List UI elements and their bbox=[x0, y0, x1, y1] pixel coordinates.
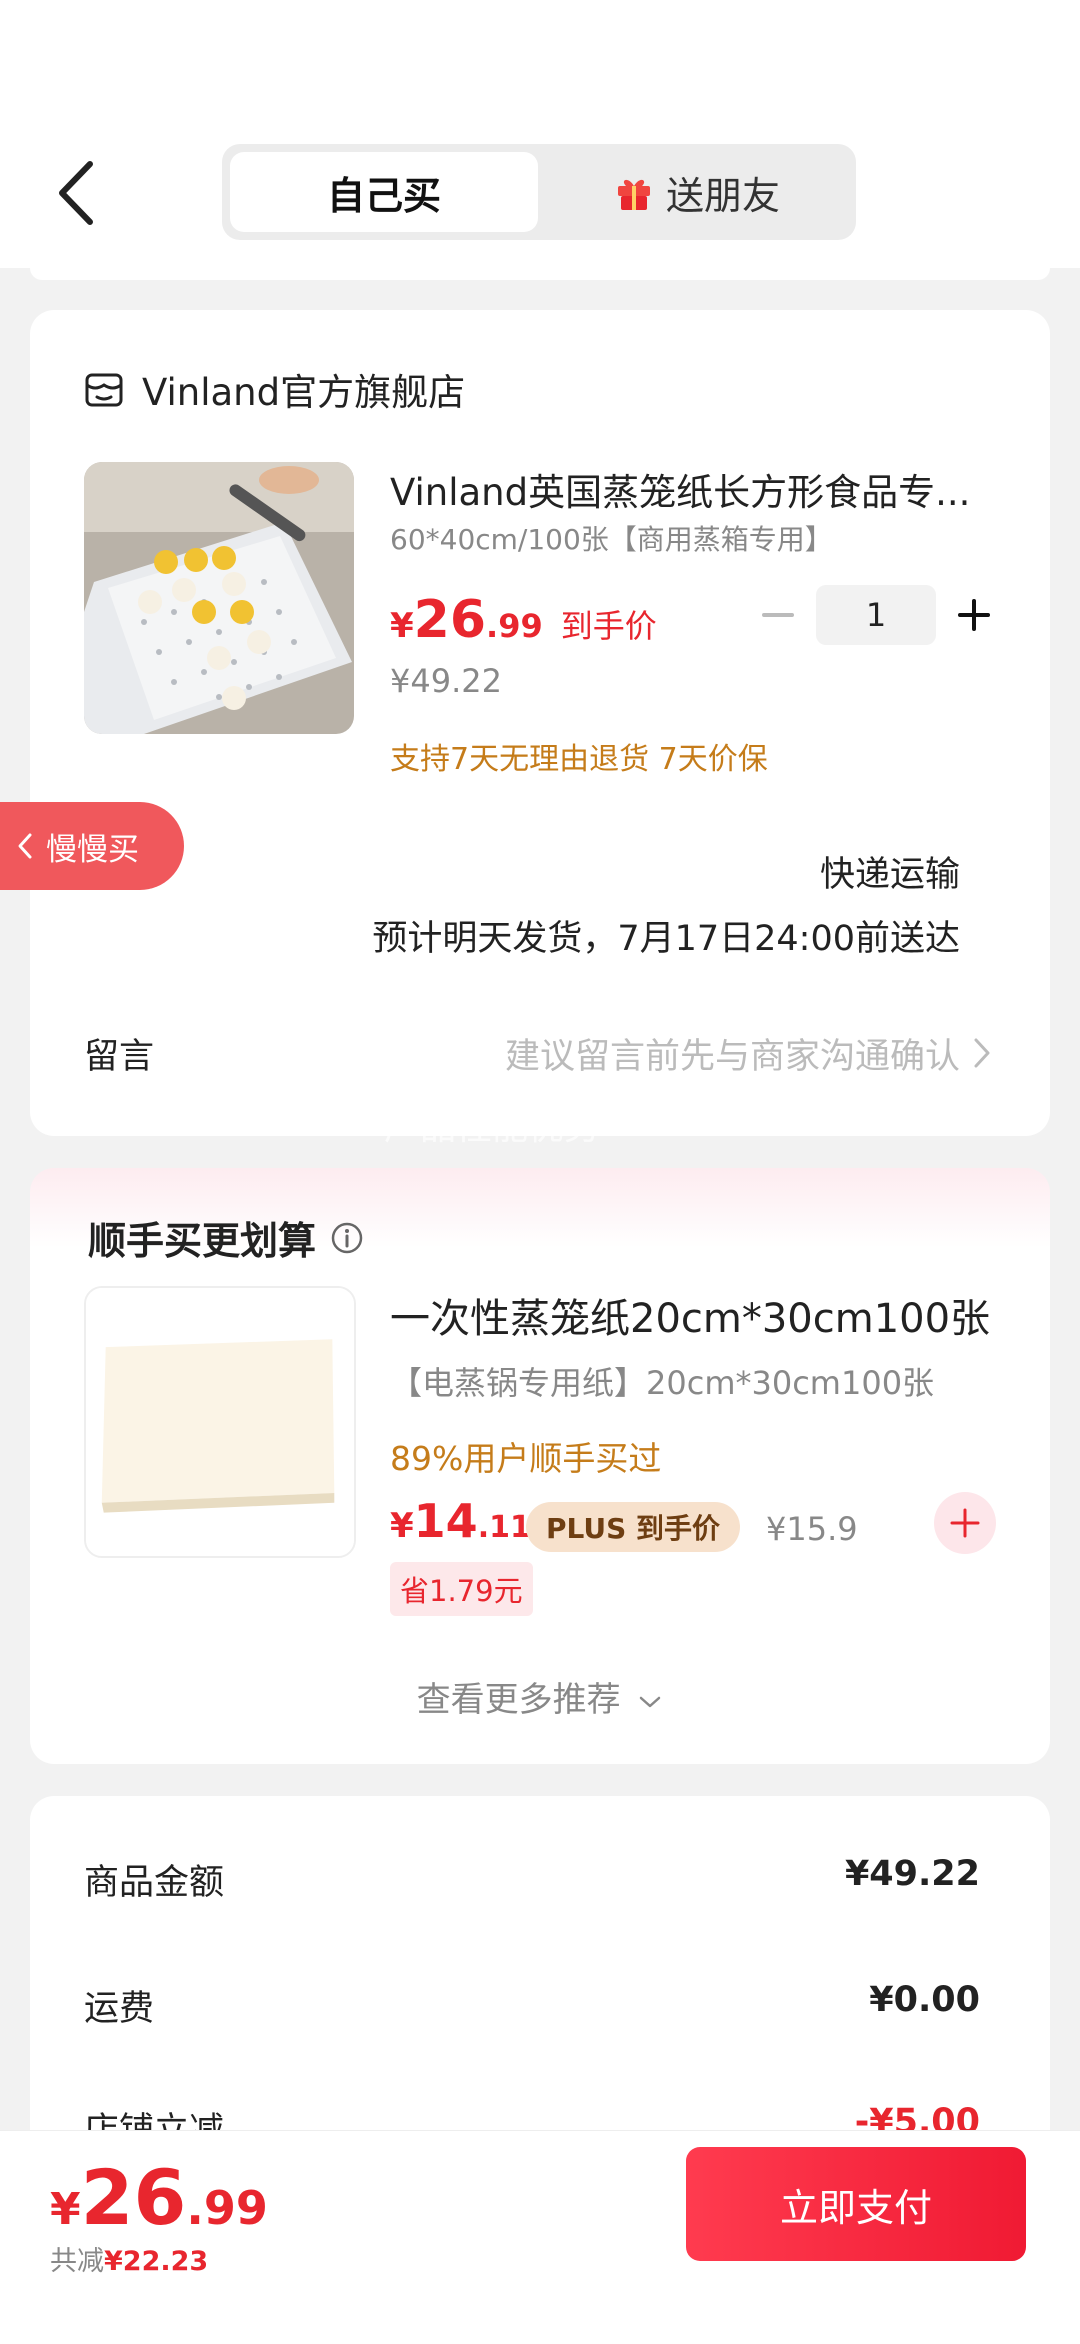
tab-buy-self[interactable]: 自己买 bbox=[230, 152, 538, 232]
tab-send-friend-label: 送朋友 bbox=[665, 173, 780, 218]
ghost-overlay-text: 产品性能优势 bbox=[384, 1107, 601, 1148]
tab-send-friend[interactable]: 送朋友 bbox=[546, 152, 848, 232]
chevron-down-icon bbox=[640, 1696, 661, 1707]
message-label: 留言 bbox=[84, 1037, 155, 1077]
rec-price-decimal: .11 bbox=[477, 1510, 531, 1545]
minus-icon bbox=[762, 613, 794, 617]
paper-sheets-photo bbox=[86, 1288, 354, 1556]
gift-icon bbox=[617, 179, 650, 210]
previous-card-edge bbox=[30, 268, 1050, 280]
message-placeholder: 建议留言前先与商家沟通确认 bbox=[504, 1037, 960, 1077]
product-title[interactable]: Vinland英国蒸笼纸长方形食品专... bbox=[390, 462, 1010, 516]
summary-label: 商品金额 bbox=[84, 1863, 225, 1903]
back-button[interactable] bbox=[52, 158, 102, 228]
total-currency: ¥ bbox=[50, 2184, 81, 2235]
recommendation-spec: 【电蒸锅专用纸】20cm*30cm100张 bbox=[390, 1364, 935, 1402]
product-price: ¥ 26 .99 到手价 bbox=[390, 590, 657, 650]
product-image[interactable] bbox=[84, 462, 354, 734]
recommendation-social-proof: 89%用户顺手买过 bbox=[390, 1439, 662, 1478]
plus-price-badge: PLUS 到手价 bbox=[526, 1502, 741, 1552]
recommendation-card: 顺手买更划算 一次性蒸笼纸20cm*30cm100张 【电蒸锅专用纸】20cm*… bbox=[30, 1168, 1050, 1764]
checkout-page: 自己买 送朋友 Vinland官方旗舰店 Vinland英国蒸笼纸长方形食品专.… bbox=[0, 0, 1080, 2344]
steamer-tray-photo bbox=[84, 462, 354, 734]
back-arrow-icon bbox=[59, 161, 93, 225]
add-recommendation-button[interactable] bbox=[934, 1492, 996, 1554]
slow-buy-floating-button[interactable]: 慢慢买 bbox=[0, 802, 184, 890]
shipping-method[interactable]: 快递运输 bbox=[820, 846, 960, 897]
product-guarantee: 支持7天无理由退货 7天价保 bbox=[390, 742, 768, 777]
total-integer: 26 bbox=[80, 2153, 187, 2242]
quantity-decrease-button[interactable] bbox=[758, 595, 798, 635]
purchase-mode-switch: 自己买 送朋友 bbox=[222, 144, 856, 240]
rec-price-integer: 14 bbox=[413, 1494, 478, 1548]
price-tag: 到手价 bbox=[560, 607, 657, 645]
store-icon bbox=[85, 373, 123, 407]
recommendation-original-price: ¥15.9 bbox=[766, 1510, 858, 1548]
recommendation-header: 顺手买更划算 bbox=[88, 1210, 364, 1265]
saving-tag: 省1.79元 bbox=[390, 1562, 533, 1616]
see-more-label: 查看更多推荐 bbox=[416, 1680, 621, 1720]
slow-buy-label: 慢慢买 bbox=[46, 831, 139, 868]
price-currency: ¥ bbox=[390, 606, 414, 646]
order-card: Vinland官方旗舰店 Vinland英国蒸笼纸长方形食品专... 60*40… bbox=[30, 310, 1050, 1136]
plus-icon bbox=[958, 599, 990, 631]
recommendation-image[interactable] bbox=[84, 1286, 356, 1558]
saved-prefix: 共减 bbox=[50, 2246, 104, 2277]
message-row[interactable]: 留言 建议留言前先与商家沟通确认 bbox=[30, 1014, 1050, 1084]
pay-now-button[interactable]: 立即支付 bbox=[686, 2147, 1026, 2261]
price-integer: 26 bbox=[413, 590, 487, 650]
store-name: Vinland官方旗舰店 bbox=[142, 371, 466, 414]
plus-icon bbox=[950, 1508, 980, 1538]
total-price: ¥ 26 .99 bbox=[50, 2153, 268, 2242]
recommendation-price: ¥ 14 .11 bbox=[390, 1494, 531, 1548]
bottom-pay-bar: ¥ 26 .99 共减¥22.23 立即支付 bbox=[0, 2130, 1080, 2344]
shipping-eta: 预计明天发货，7月17日24:00前送达 bbox=[372, 919, 960, 959]
total-decimal: .99 bbox=[186, 2181, 268, 2235]
price-decimal: .99 bbox=[486, 607, 543, 645]
header: 自己买 送朋友 bbox=[0, 0, 1080, 268]
rec-price-currency: ¥ bbox=[390, 1506, 414, 1546]
summary-value: ¥49.22 bbox=[844, 1854, 980, 1894]
saved-amount: ¥22.23 bbox=[104, 2246, 209, 2277]
see-more-recommendations[interactable]: 查看更多推荐 bbox=[30, 1672, 1050, 1721]
product-original-price: ¥49.22 bbox=[390, 662, 502, 700]
store-row[interactable]: Vinland官方旗舰店 bbox=[84, 362, 465, 416]
chevron-right-icon bbox=[974, 1038, 990, 1068]
quantity-input[interactable]: 1 bbox=[816, 585, 936, 645]
recommendation-name[interactable]: 一次性蒸笼纸20cm*30cm100张 bbox=[390, 1286, 990, 1344]
quantity-increase-button[interactable] bbox=[954, 595, 994, 635]
summary-label: 运费 bbox=[84, 1989, 155, 2029]
total-saved: 共减¥22.23 bbox=[50, 2239, 208, 2278]
info-icon[interactable] bbox=[330, 1221, 364, 1255]
recommendation-title: 顺手买更划算 bbox=[88, 1219, 317, 1263]
summary-row-shipping: 运费 ¥0.00 bbox=[84, 1980, 980, 2040]
product-spec[interactable]: 60*40cm/100张【商用蒸箱专用】 bbox=[390, 518, 833, 558]
chevron-left-icon bbox=[18, 833, 32, 859]
summary-value: ¥0.00 bbox=[869, 1980, 980, 2020]
summary-row-goods: 商品金额 ¥49.22 bbox=[84, 1854, 980, 1914]
